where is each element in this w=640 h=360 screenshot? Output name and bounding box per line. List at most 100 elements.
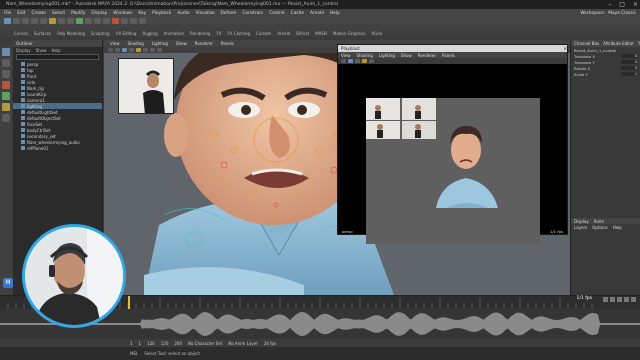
layer-menu-help[interactable]: Help [613,225,622,230]
snap-grid-icon[interactable] [76,17,83,24]
select-hierarchy-icon[interactable] [49,17,56,24]
go-to-start-icon[interactable] [603,297,608,302]
playblast-menu-panels[interactable]: Panels [442,53,455,58]
shelf-tab-animation[interactable]: Animation [164,31,184,36]
shelf-tab-custom[interactable]: Custom [256,31,271,36]
range-slider[interactable]: 1 1 120 120 200 No Character Set No Anim Layer… [0,339,640,347]
playblast-titlebar[interactable]: Playblast ✕ [338,45,567,52]
rotate-tool-icon[interactable] [2,92,10,100]
command-language[interactable]: MEL [130,351,138,356]
shelf-tab-sculpting[interactable]: Sculpting [91,31,110,36]
snap-curve-icon[interactable] [85,17,92,24]
layer-menu-layers[interactable]: Layers [574,225,587,230]
menu-control[interactable]: Control [269,11,285,16]
shelf-tab-surfaces[interactable]: Surfaces [34,31,51,36]
outliner-menu-help[interactable]: Help [52,48,61,53]
pb-shade-icon[interactable] [348,59,353,63]
shelf-tab-fx[interactable]: FX [216,31,221,36]
select-component-icon[interactable] [67,17,74,24]
render-settings-icon[interactable] [130,17,137,24]
close-icon[interactable]: × [633,1,638,8]
channel-value[interactable]: 1 [621,72,637,76]
undo-icon[interactable] [31,17,38,24]
wireframe-icon[interactable] [122,48,127,52]
layer-menu-options[interactable]: Options [592,225,607,230]
outliner-menu-display[interactable]: Display [16,48,31,53]
menu-create[interactable]: Create [32,11,46,16]
range-field[interactable]: 1 [139,341,142,346]
ipr-render-icon[interactable] [121,17,128,24]
pb-light-icon[interactable] [369,59,374,63]
step-back-icon[interactable] [610,297,615,302]
menu-windows[interactable]: Windows [113,11,132,16]
range-field[interactable]: No Character Set [188,341,222,346]
menu-deform[interactable]: Deform [220,11,236,16]
menu-help[interactable]: Help [330,11,340,16]
playblast-menu-renderer[interactable]: Renderer [418,53,436,58]
playblast-close-icon[interactable]: ✕ [563,46,567,51]
viewport-menu-show[interactable]: Show [176,41,187,46]
menu-visualize[interactable]: Visualize [196,11,215,16]
maximize-icon[interactable]: □ [619,1,625,8]
viewport-menu-renderer[interactable]: Renderer [195,41,213,46]
snap-point-icon[interactable] [94,17,101,24]
channel-value[interactable]: 0 [621,60,637,64]
menu-modify[interactable]: Modify [71,11,85,16]
viewport-menu-panels[interactable]: Panels [221,41,234,46]
outliner-menu-show[interactable]: Show [36,48,47,53]
shelf-tab-motion-graphics[interactable]: Motion Graphics [333,31,366,36]
menu-key[interactable]: Key [138,11,146,16]
playblast-menu-show[interactable]: Show [401,53,412,58]
layer-tab-display[interactable]: Display [574,219,589,224]
step-forward-icon[interactable] [624,297,629,302]
channel-row[interactable]: Scale Y 1 [571,71,640,77]
menu-audio[interactable]: Audio [177,11,189,16]
pb-texture-icon[interactable] [362,59,367,63]
menu-display[interactable]: Display [91,11,107,16]
play-icon[interactable] [617,297,622,302]
playblast-menu-shading[interactable]: Shading [357,53,373,58]
open-scene-icon[interactable] [13,17,20,24]
redo-icon[interactable] [40,17,47,24]
range-field[interactable]: 120 [147,341,155,346]
go-to-end-icon[interactable] [631,297,636,302]
range-field[interactable]: 200 [174,341,182,346]
range-field[interactable]: 1 [130,341,133,346]
channel-value[interactable]: 0 [621,66,637,70]
shelf-tab-poly-modeling[interactable]: Poly Modeling [57,31,85,36]
menu-arnold[interactable]: Arnold [310,11,324,16]
render-icon[interactable] [112,17,119,24]
layer-tab-anim[interactable]: Anim [594,219,604,224]
command-line[interactable]: MEL Select Tool: select an object [0,347,640,360]
select-tool-icon[interactable] [2,48,10,56]
viewport-menu-lighting[interactable]: Lighting [152,41,168,46]
workspace-selector[interactable]: Workspace: Maya Classic [580,9,636,17]
outliner-item[interactable]: refPlane01 [13,145,102,151]
viewport-menu-view[interactable]: View [110,41,120,46]
range-field[interactable]: No Anim Layer [228,341,257,346]
shelf-tab-fx-caching[interactable]: FX Caching [228,31,250,36]
last-tool-icon[interactable] [2,114,10,122]
outliner-search-input[interactable] [16,54,99,60]
hypershade-icon[interactable] [139,17,146,24]
tab-channel-box[interactable]: Channel Box [574,41,599,46]
new-scene-icon[interactable] [4,17,11,24]
pb-camera-icon[interactable] [341,59,346,63]
shelf-tab-mash[interactable]: MASH [315,31,327,36]
range-field[interactable]: 24 fps [264,341,276,346]
lasso-tool-icon[interactable] [2,59,10,67]
move-tool-icon[interactable] [2,81,10,89]
save-scene-icon[interactable] [22,17,29,24]
pb-grid-icon[interactable] [355,59,360,63]
snap-surface-icon[interactable] [103,17,110,24]
channel-value[interactable]: 0 [621,54,637,58]
isolate-icon[interactable] [157,48,162,52]
playblast-window[interactable]: Playblast ✕ View Shading Lighting Show Rende… [337,44,568,244]
menu-select[interactable]: Select [52,11,65,16]
menu-file[interactable]: File [4,11,11,16]
playblast-menu-view[interactable]: View [341,53,351,58]
shelf-tab-rigging[interactable]: Rigging [142,31,157,36]
range-field[interactable]: 120 [161,341,169,346]
playblast-menu-lighting[interactable]: Lighting [379,53,395,58]
textured-icon[interactable] [136,48,141,52]
